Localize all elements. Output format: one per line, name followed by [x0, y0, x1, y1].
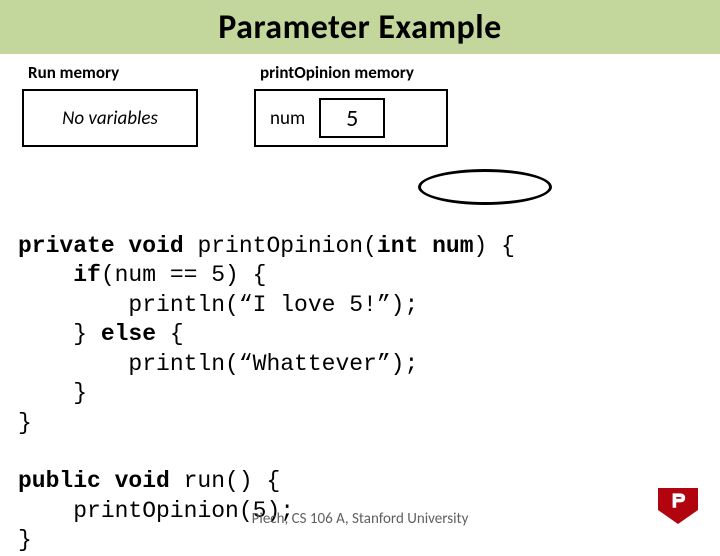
code-text: print [184, 233, 267, 259]
code-param: int num [377, 233, 474, 259]
code-keyword: private void [18, 233, 184, 259]
printopinion-memory-heading: printOpinion memory [260, 62, 448, 83]
code-text: Opinion( [266, 233, 376, 259]
code-keyword: public void [18, 468, 170, 494]
code-keyword: if [18, 262, 101, 288]
code-text: ) { [474, 233, 515, 259]
code-text: println(“Whattever”); [18, 351, 418, 377]
variable-value-box: 5 [319, 98, 385, 138]
printopinion-memory-box: num 5 [254, 89, 448, 147]
code-block: private void printOpinion(int num) { if(… [18, 173, 720, 556]
code-text: { [156, 321, 184, 347]
code-keyword: else [101, 321, 156, 347]
printopinion-memory-column: printOpinion memory num 5 [254, 62, 448, 147]
no-variables-label: No variables [62, 107, 158, 130]
memory-row: Run memory No variables printOpinion mem… [22, 62, 720, 147]
run-memory-box: No variables [22, 89, 198, 147]
variable-value: 5 [346, 104, 358, 133]
code-text: } [18, 321, 101, 347]
run-memory-column: Run memory No variables [22, 62, 198, 147]
footer-text: Piech, CS 106 A, Stanford University [0, 510, 720, 528]
slide-title: Parameter Example [218, 7, 501, 48]
code-text: } [18, 380, 87, 406]
code-text: run() { [170, 468, 280, 494]
code-text: (num == 5) { [101, 262, 267, 288]
code-text: } [18, 410, 32, 436]
variable-name: num [270, 107, 305, 130]
run-memory-heading: Run memory [28, 62, 198, 83]
parameter-highlight-oval [418, 169, 552, 205]
code-text: println(“I love 5!”); [18, 292, 418, 318]
stanford-logo-icon [654, 486, 702, 526]
code-text: } [18, 527, 32, 553]
title-bar: Parameter Example [0, 0, 720, 54]
